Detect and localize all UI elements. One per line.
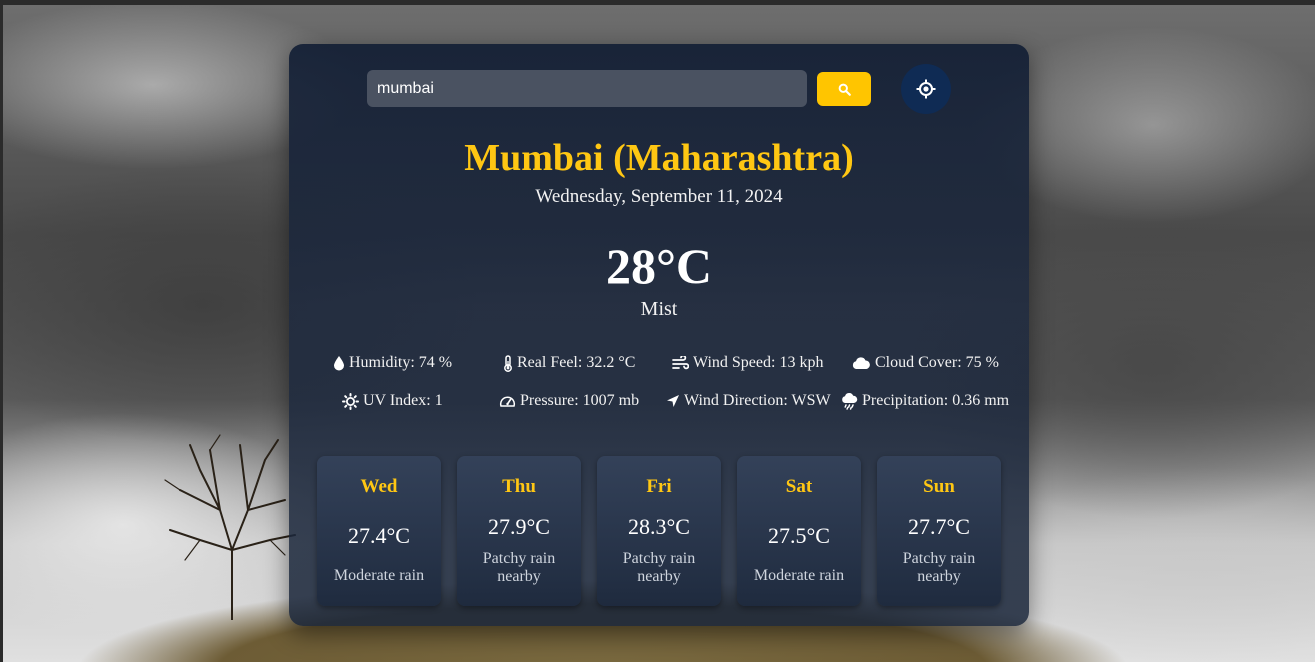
stat-uv-index: UV Index: 1: [342, 392, 443, 410]
search-button[interactable]: [817, 72, 871, 106]
thermometer-icon: [504, 354, 512, 372]
forecast-day-condition: Patchy rain nearby: [622, 550, 696, 585]
search-icon: [838, 83, 851, 96]
forecast-day-temp: 27.7°C: [908, 514, 970, 539]
stat-wind-speed: Wind Speed: 13 kph: [672, 354, 823, 372]
forecast-day-card: Sun 27.7°C Patchy rain nearby: [877, 456, 1001, 606]
forecast-day-temp: 27.4°C: [348, 523, 410, 548]
forecast-day-name: Sun: [923, 476, 955, 497]
cloud-cover-text: Cloud Cover: 75 %: [875, 354, 999, 371]
current-date: Wednesday, September 11, 2024: [535, 186, 783, 207]
humidity-text: Humidity: 74 %: [349, 354, 453, 371]
forecast-day-temp: 27.5°C: [768, 523, 830, 548]
forecast-day-name: Sat: [785, 476, 813, 497]
real-feel-text: Real Feel: 32.2 °C: [517, 354, 636, 371]
forecast-day-card: Thu 27.9°C Patchy rain nearby: [457, 456, 581, 606]
precipitation-text: Precipitation: 0.36 mm: [862, 392, 1010, 409]
stat-real-feel: Real Feel: 32.2 °C: [503, 354, 635, 372]
stat-humidity: Humidity: 74 %: [333, 354, 452, 372]
forecast-day-temp: 28.3°C: [628, 514, 690, 539]
stat-cloud-cover: Cloud Cover: 75 %: [851, 354, 999, 372]
current-condition: Mist: [640, 298, 678, 320]
wind-icon: [672, 355, 689, 369]
forecast-day-condition: Patchy rain nearby: [902, 550, 976, 585]
forecast-day-temp: 27.9°C: [488, 514, 550, 539]
stat-precipitation: Precipitation: 0.36 mm: [841, 392, 1009, 410]
tree-silhouette: [164, 434, 296, 620]
wind-speed-text: Wind Speed: 13 kph: [693, 354, 824, 371]
forecast-day-condition: Patchy rain nearby: [482, 550, 556, 585]
pressure-text: Pressure: 1007 mb: [520, 392, 640, 409]
gauge-icon: [499, 396, 516, 407]
cloud-icon: [852, 357, 870, 369]
current-location-button[interactable]: [901, 64, 951, 114]
forecast-day-condition: Moderate rain: [753, 567, 845, 584]
sun-icon: [342, 392, 359, 410]
search-input[interactable]: [367, 70, 807, 107]
current-temperature: 28°C: [605, 238, 713, 294]
forecast-day-card: Wed 27.4°C Moderate rain: [317, 456, 441, 606]
forecast-day-name: Fri: [646, 476, 672, 497]
weather-card: Mumbai (Maharashtra) Wednesday, Septembe…: [289, 44, 1029, 626]
forecast-day-name: Wed: [360, 476, 398, 497]
forecast-day-condition: Moderate rain: [333, 567, 425, 584]
forecast-day-name: Thu: [502, 476, 536, 497]
droplet-icon: [334, 356, 344, 371]
stat-wind-direction: Wind Direction: WSW: [666, 392, 831, 410]
city-title: Mumbai (Maharashtra): [464, 137, 854, 179]
cloud-rain-icon: [842, 392, 858, 410]
wind-direction-text: Wind Direction: WSW: [684, 392, 831, 409]
forecast-day-card: Fri 28.3°C Patchy rain nearby: [597, 456, 721, 606]
stat-pressure: Pressure: 1007 mb: [499, 392, 639, 410]
forecast-day-card: Sat 27.5°C Moderate rain: [737, 456, 861, 606]
uv-index-text: UV Index: 1: [363, 392, 443, 409]
location-arrow-icon: [667, 395, 679, 407]
crosshair-icon: [916, 79, 936, 99]
